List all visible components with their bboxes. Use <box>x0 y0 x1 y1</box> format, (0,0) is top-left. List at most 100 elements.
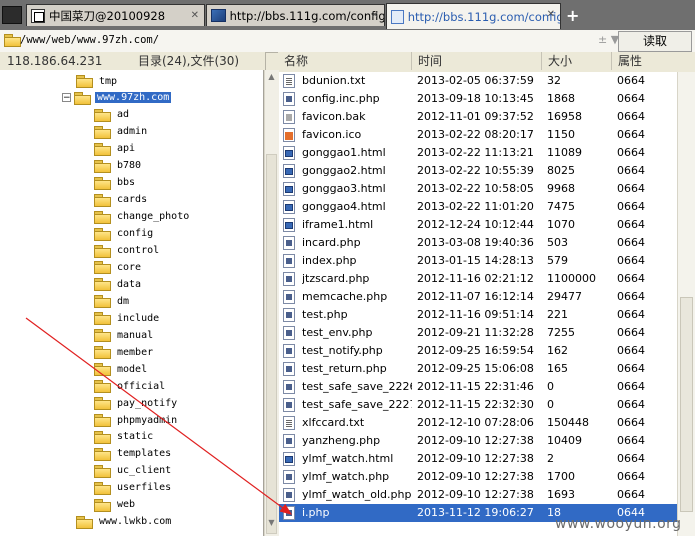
file-attr: 0664 <box>617 74 645 87</box>
window-menu-icon[interactable] <box>2 6 22 24</box>
scroll-thumb[interactable] <box>680 297 693 512</box>
file-name: favicon.bak <box>302 110 366 123</box>
tree-node[interactable]: uc_client <box>94 463 173 479</box>
column-header-size[interactable]: 大小 <box>542 52 612 70</box>
file-attr: 0664 <box>617 416 645 429</box>
table-row[interactable]: jtzscard.php 2012-11-16 02:21:12 1100000 06… <box>279 270 677 288</box>
scroll-thumb[interactable] <box>266 154 277 534</box>
file-size: 579 <box>547 254 568 267</box>
column-header-time[interactable]: 时间 <box>412 52 542 70</box>
tree-node[interactable]: ad <box>94 107 131 123</box>
tree-node[interactable]: static <box>94 429 155 445</box>
path-input[interactable]: /www/web/www.97zh.com/ <box>20 32 570 48</box>
folder-icon <box>94 447 111 461</box>
collapse-icon[interactable]: − <box>62 93 71 103</box>
file-size: 10409 <box>547 434 582 447</box>
tree-node[interactable]: phpmyadmin <box>94 412 179 428</box>
tree-node[interactable]: core <box>94 259 143 275</box>
table-row[interactable]: test_safe_save_2226... 2012-11-15 22:31:4… <box>279 378 677 396</box>
dir-file-count: 目录(24),文件(30) <box>138 54 240 68</box>
file-size: 162 <box>547 344 568 357</box>
column-header-attr[interactable]: 属性 <box>612 52 695 70</box>
folder-icon <box>94 176 111 190</box>
tree-node-label: control <box>117 245 160 256</box>
table-row[interactable]: gonggao1.html 2013-02-22 11:13:21 11089 066… <box>279 144 677 162</box>
tree-node-label: uc_client <box>117 465 172 477</box>
table-row[interactable]: bdunion.txt 2013-02-05 06:37:59 32 0664 <box>279 72 677 90</box>
php-file-icon <box>283 236 295 250</box>
read-button[interactable]: 读取 <box>618 31 692 52</box>
tree-node[interactable]: data <box>94 276 143 292</box>
tree-node[interactable]: templates <box>94 446 173 462</box>
tree-node[interactable]: bbs <box>94 175 137 191</box>
tree-node[interactable]: b780 <box>94 158 143 174</box>
tree-node[interactable]: member <box>94 344 155 360</box>
path-history-dropdown[interactable]: ± ▼ <box>598 33 619 46</box>
tab-bbs-2[interactable]: http://bbs.111g.com/config/... ✕ <box>386 3 561 29</box>
close-icon[interactable]: ✕ <box>371 10 379 21</box>
table-row[interactable]: yanzheng.php 2012-09-10 12:27:38 10409 0664 <box>279 432 677 450</box>
txt-file-icon <box>283 416 295 430</box>
file-attr: 0664 <box>617 272 645 285</box>
tree-node-label: www.lwkb.com <box>99 516 172 528</box>
file-name: gonggao4.html <box>302 200 386 213</box>
table-row[interactable]: gonggao4.html 2013-02-22 11:01:20 7475 0664 <box>279 198 677 216</box>
close-icon[interactable]: ✕ <box>547 9 555 20</box>
table-row[interactable]: ylmf_watch.html 2012-09-10 12:27:38 2 0664 <box>279 450 677 468</box>
table-row[interactable]: ylmf_watch.php 2012-09-10 12:27:38 1700 066… <box>279 468 677 486</box>
tab-caidao[interactable]: 中国菜刀@20100928 ✕ <box>26 4 205 26</box>
tree-node[interactable]: change_photo <box>94 209 191 225</box>
file-attr: 0664 <box>617 290 645 303</box>
table-row[interactable]: test.php 2012-11-16 09:51:14 221 0664 <box>279 306 677 324</box>
table-row[interactable]: incard.php 2013-03-08 19:40:36 503 0664 <box>279 234 677 252</box>
tab-bbs-1[interactable]: http://bbs.111g.com/config/... ✕ <box>206 4 385 26</box>
file-time: 2012-09-10 12:27:38 <box>417 434 534 447</box>
close-icon[interactable]: ✕ <box>191 10 199 21</box>
tree-node[interactable]: tmp <box>76 73 119 89</box>
table-row[interactable]: favicon.ico 2013-02-22 08:20:17 1150 0664 <box>279 126 677 144</box>
php-file-icon <box>283 272 295 286</box>
table-row[interactable]: test_safe_save_2227... 2012-11-15 22:32:3… <box>279 396 677 414</box>
file-time: 2012-11-16 09:51:14 <box>417 308 534 321</box>
table-row[interactable]: ylmf_watch_old.php 2012-09-10 12:27:38 169… <box>279 486 677 504</box>
tree-node[interactable]: api <box>94 141 137 157</box>
tree-node[interactable]: model <box>94 361 149 377</box>
column-header-name[interactable]: 名称 <box>278 52 412 70</box>
table-row[interactable]: gonggao2.html 2013-02-22 10:55:39 8025 0664 <box>279 162 677 180</box>
table-row[interactable]: gonggao3.html 2013-02-22 10:58:05 9968 0664 <box>279 180 677 198</box>
table-row[interactable]: xlfccard.txt 2012-12-10 07:28:06 150448 066… <box>279 414 677 432</box>
scroll-up-icon[interactable]: ▲ <box>265 70 278 84</box>
table-row[interactable]: favicon.bak 2012-11-01 09:37:52 16958 0664 <box>279 108 677 126</box>
table-row[interactable]: index.php 2013-01-15 14:28:13 579 0664 <box>279 252 677 270</box>
file-list-scrollbar[interactable] <box>677 72 695 536</box>
scroll-down-icon[interactable]: ▼ <box>265 516 278 530</box>
tree-node[interactable]: official <box>94 378 167 394</box>
table-row[interactable]: iframe1.html 2012-12-24 10:12:44 1070 0664 <box>279 216 677 234</box>
table-row[interactable]: test_notify.php 2012-09-25 16:59:54 162 066… <box>279 342 677 360</box>
table-row[interactable]: test_return.php 2012-09-25 15:06:08 165 066… <box>279 360 677 378</box>
file-time: 2012-09-10 12:27:38 <box>417 488 534 501</box>
tree-node[interactable]: web <box>94 497 137 513</box>
file-size: 9968 <box>547 182 575 195</box>
folder-icon <box>76 515 93 529</box>
table-row[interactable]: config.inc.php 2013-09-18 10:13:45 1868 066… <box>279 90 677 108</box>
tree-node[interactable]: www.lwkb.com <box>76 514 173 530</box>
tree-node[interactable]: dm <box>94 293 131 309</box>
tree-node[interactable]: userfiles <box>94 480 173 496</box>
tree-node[interactable]: pay_notify <box>94 395 179 411</box>
tree-node[interactable]: manual <box>94 327 155 343</box>
php-file-icon <box>283 254 295 268</box>
tree-node[interactable]: control <box>94 243 161 259</box>
tree-node[interactable]: cards <box>94 192 149 208</box>
tree-scrollbar[interactable]: ▲ ▼ <box>264 70 279 536</box>
tree-node[interactable]: − www.97zh.com <box>62 90 172 106</box>
table-row[interactable]: memcache.php 2012-11-07 16:12:14 29477 0664 <box>279 288 677 306</box>
file-time: 2012-12-10 07:28:06 <box>417 416 534 429</box>
tree-node-label: phpmyadmin <box>117 414 178 426</box>
tree-node[interactable]: include <box>94 310 161 326</box>
table-row[interactable]: test_env.php 2012-09-21 11:32:28 7255 0664 <box>279 324 677 342</box>
file-name: test_notify.php <box>302 344 383 357</box>
tree-node[interactable]: config <box>94 226 155 242</box>
new-tab-button[interactable]: + <box>566 6 579 25</box>
tree-node[interactable]: admin <box>94 124 149 140</box>
